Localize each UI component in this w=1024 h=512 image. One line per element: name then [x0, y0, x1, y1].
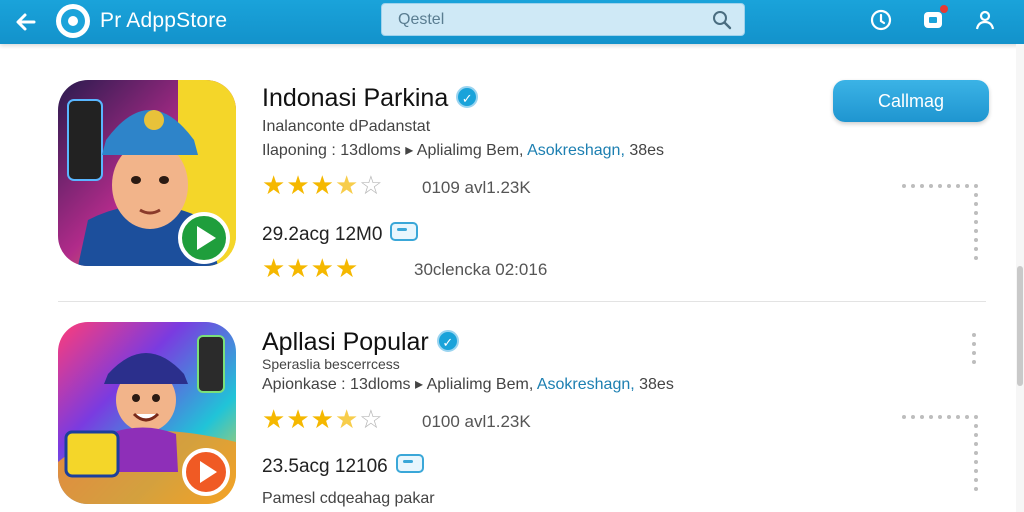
notification-badge: [940, 5, 948, 13]
app-title: Pr AdppStore: [100, 9, 228, 32]
rating-meta: 0100 avl1.23K: [422, 412, 531, 431]
app-info-line: Ilaponing : 13dloms ▸ Aplialimg Bem, Aso…: [262, 142, 665, 159]
storage-icon: [390, 222, 419, 241]
scrollbar[interactable]: [1016, 44, 1024, 512]
rating-stars: ★★★★☆: [262, 170, 384, 200]
top-bar: Pr AdppStore Qestel: [0, 0, 1024, 44]
app-subtitle: Speraslia bescerrcess: [262, 356, 400, 372]
app-size: 29.2acg 12M0: [262, 222, 419, 246]
search-input[interactable]: Qestel: [381, 3, 745, 36]
app-size: 23.5acg 12106: [262, 454, 424, 478]
account-icon[interactable]: [972, 7, 998, 33]
back-arrow-icon[interactable]: [12, 8, 40, 36]
app-icon-parking[interactable]: [58, 80, 236, 266]
divider: [58, 301, 986, 302]
more-options-icon[interactable]: [970, 332, 978, 372]
scrollbar-thumb[interactable]: [1017, 266, 1023, 386]
search-placeholder: Qestel: [398, 11, 445, 28]
app-info-line: Apionkase : 13dloms ▸ Aplialimg Bem, Aso…: [262, 376, 674, 393]
rating-stars-secondary: ★★★★: [262, 253, 360, 283]
app-subtitle: Inalanconte dPadanstat: [262, 118, 431, 135]
storage-icon: [395, 454, 424, 473]
notification-icon[interactable]: [920, 5, 948, 33]
verified-badge-icon: ✓: [436, 330, 459, 352]
rating-stars: ★★★★☆: [262, 404, 384, 434]
app-footer-text: Pamesl cdqeahag pakar: [262, 490, 435, 507]
more-options-icon[interactable]: [902, 414, 982, 494]
developer-link[interactable]: Asokreshagn,: [527, 142, 625, 159]
more-options-icon[interactable]: [902, 183, 982, 263]
app-name[interactable]: Apllasi Popular ✓: [262, 328, 459, 357]
app-icon-popular[interactable]: [58, 322, 236, 504]
clock-icon[interactable]: [868, 7, 894, 33]
app-store-logo-icon: [56, 4, 90, 38]
search-icon[interactable]: [712, 10, 732, 30]
extra-meta: 30clencka 02:016: [414, 260, 548, 279]
verified-badge-icon: ✓: [456, 86, 479, 108]
app-name[interactable]: Indonasi Parkina ✓: [262, 84, 479, 113]
rating-meta: 0109 avl1.23K: [422, 178, 531, 197]
developer-link[interactable]: Asokreshagn,: [537, 376, 635, 393]
install-button[interactable]: Callmag: [833, 80, 989, 122]
